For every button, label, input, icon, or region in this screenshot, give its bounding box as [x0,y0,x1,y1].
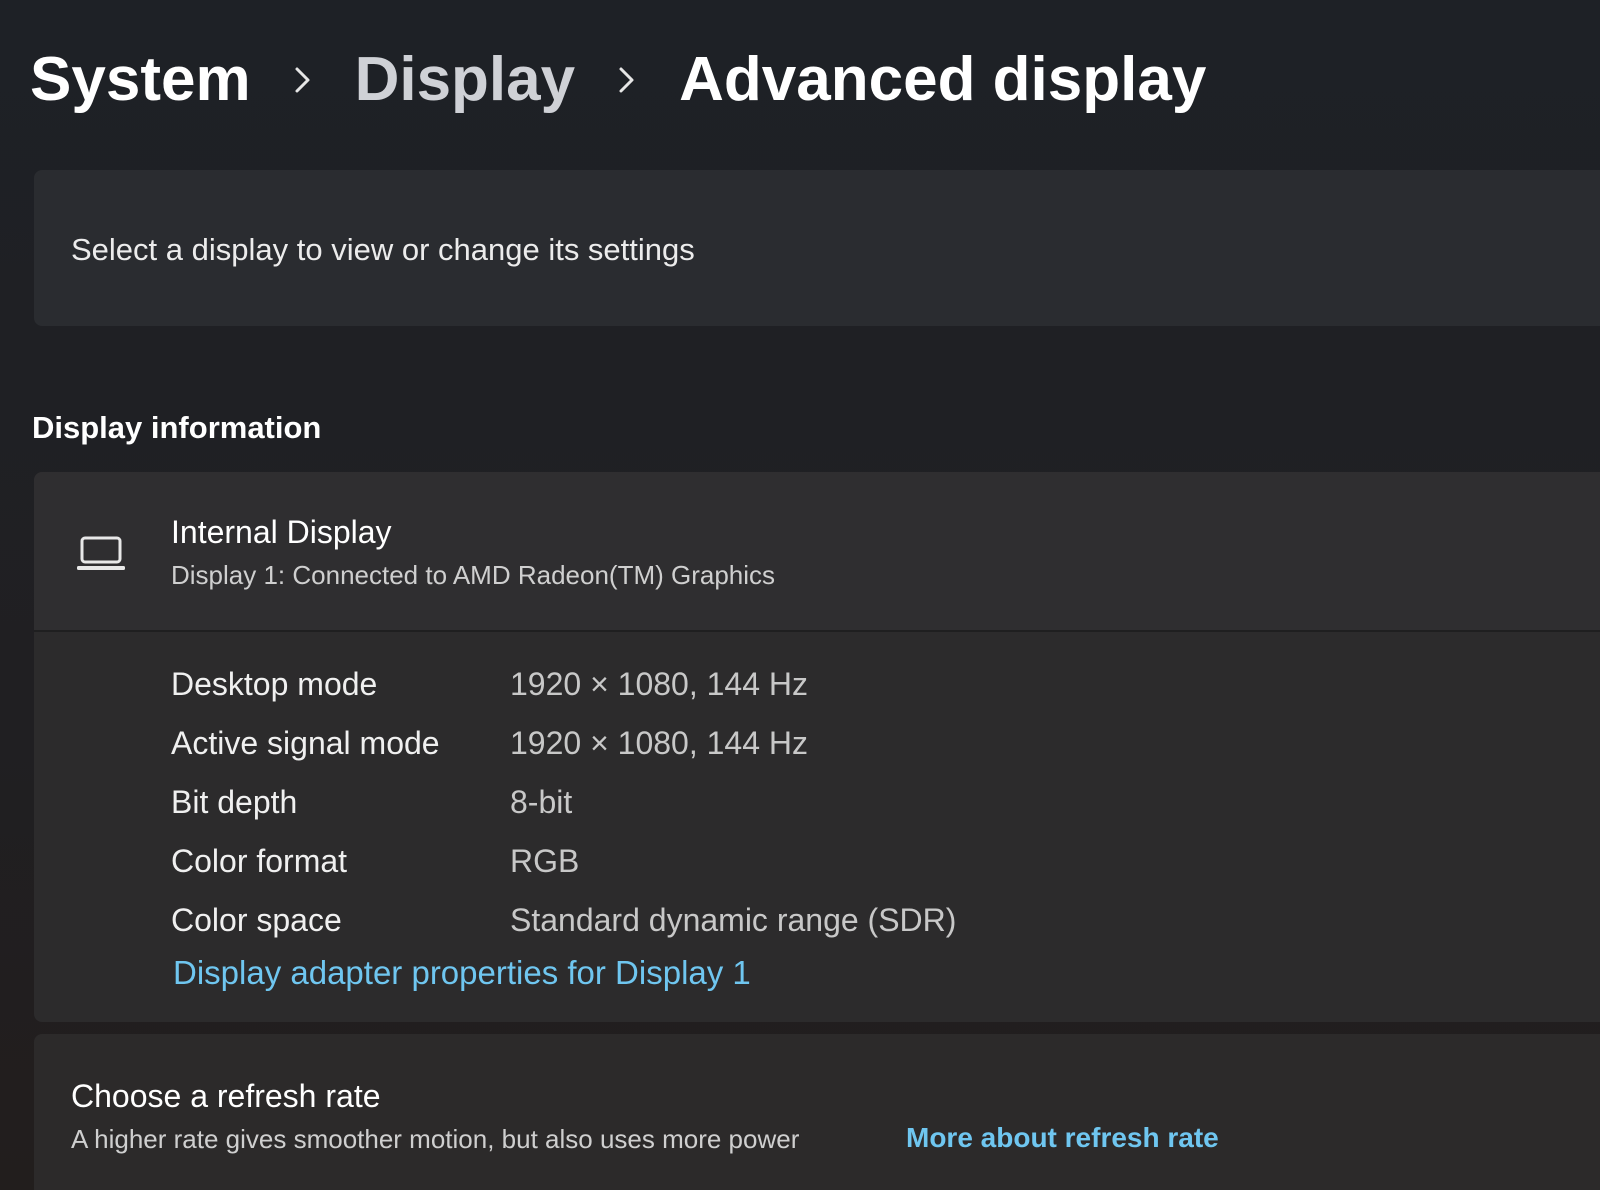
display-name: Internal Display [171,514,392,550]
display-adapter-properties-link[interactable]: Display adapter properties for Display 1 [173,954,751,992]
info-label: Active signal mode [171,725,440,761]
info-label: Bit depth [171,784,298,820]
settings-page: System Display Advanced display Select a… [0,0,1600,1190]
more-about-refresh-rate-link[interactable]: More about refresh rate [906,1122,1219,1154]
info-value: RGB [510,843,580,879]
info-row-color-space: Color space Standard dynamic range (SDR) [171,891,956,950]
breadcrumb: System Display Advanced display [30,40,1206,120]
info-label: Desktop mode [171,666,378,702]
breadcrumb-display[interactable]: Display [355,40,576,120]
chevron-right-icon [251,40,355,120]
display-information-heading: Display information [32,410,322,445]
display-information-card: Internal Display Display 1: Connected to… [34,472,1600,1022]
info-row-desktop-mode: Desktop mode 1920 × 1080, 144 Hz [171,655,956,714]
info-row-active-signal-mode: Active signal mode 1920 × 1080, 144 Hz [171,714,956,773]
refresh-rate-description: A higher rate gives smoother motion, but… [71,1124,800,1154]
display-connection: Display 1: Connected to AMD Radeon(TM) G… [171,560,776,590]
laptop-icon [76,534,126,574]
page-title: Advanced display [679,45,1207,114]
info-label: Color space [171,902,342,938]
refresh-rate-title: Choose a refresh rate [71,1078,381,1114]
breadcrumb-system[interactable]: System [30,40,251,120]
info-row-color-format: Color format RGB [171,832,956,891]
refresh-rate-card: Choose a refresh rate A higher rate give… [34,1034,1600,1190]
chevron-right-icon [575,40,679,120]
display-info-rows: Desktop mode 1920 × 1080, 144 Hz Active … [171,655,956,950]
info-row-bit-depth: Bit depth 8-bit [171,773,956,832]
info-value: 8-bit [510,784,573,820]
info-label: Color format [171,843,348,879]
select-display-text: Select a display to view or change its s… [71,232,695,267]
info-value: Standard dynamic range (SDR) [510,902,957,938]
select-display-card[interactable]: Select a display to view or change its s… [34,170,1600,326]
info-value: 1920 × 1080, 144 Hz [510,725,809,761]
display-info-header: Internal Display Display 1: Connected to… [34,472,1600,632]
info-value: 1920 × 1080, 144 Hz [510,666,809,702]
